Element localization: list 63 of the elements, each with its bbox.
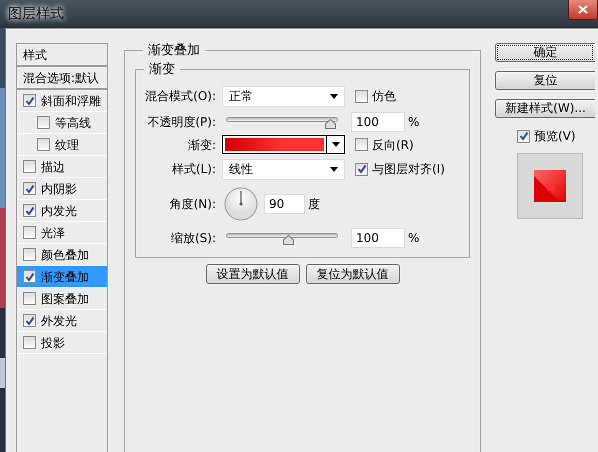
style-list-item[interactable]: 斜面和浮雕 [17, 90, 107, 112]
style-list-item[interactable]: 混合选项:默认 [17, 67, 107, 90]
close-icon [578, 5, 588, 14]
dialog-button[interactable]: 新建样式(W)... [495, 99, 595, 118]
style-list-item[interactable]: 投影 [17, 332, 107, 354]
style-list-item[interactable]: 渐变叠加 [17, 266, 107, 288]
list-header: 样式 [23, 46, 47, 64]
style-list-item[interactable]: 纹理 [17, 134, 107, 156]
checkbox-label[interactable]: 仿色 [355, 87, 396, 105]
style-list-item[interactable]: 光泽 [17, 222, 107, 244]
caret-icon [332, 142, 340, 147]
style-list-item[interactable]: 等高线 [17, 112, 107, 134]
style-list-item[interactable]: 描边 [17, 156, 107, 178]
window-title: 图层样式 [7, 4, 64, 24]
field-label: 缩放(S): [170, 230, 217, 246]
close-button[interactable] [568, 0, 598, 20]
checkbox[interactable] [23, 204, 36, 217]
checkbox[interactable] [23, 226, 36, 239]
preview-swatch-icon [534, 170, 566, 202]
unit-label: % [408, 114, 420, 130]
checkbox[interactable] [355, 90, 368, 102]
field-label: 混合模式(O): [144, 88, 217, 105]
field-label: 角度(N): [168, 196, 217, 213]
dialog-button[interactable]: 确定 [495, 43, 595, 62]
number-field[interactable]: 100 [351, 228, 405, 248]
checkbox[interactable] [355, 162, 368, 176]
style-list-item[interactable]: 外发光 [17, 310, 107, 332]
unit-label: 度 [308, 196, 320, 213]
checkbox[interactable] [37, 116, 50, 129]
field-label: 不透明度(P): [146, 114, 217, 130]
checkbox[interactable] [23, 336, 36, 349]
checkbox[interactable] [23, 160, 36, 173]
checkbox-label[interactable]: 反向(R) [355, 136, 414, 154]
gradient-picker[interactable] [222, 135, 345, 154]
number-field[interactable]: 100 [351, 112, 405, 132]
dropdown[interactable]: 线性 [222, 158, 345, 180]
checkbox[interactable] [23, 94, 36, 107]
checkbox[interactable] [355, 138, 368, 151]
checkbox[interactable] [23, 314, 36, 327]
set-default-button[interactable]: 设置为默认值 [206, 264, 300, 284]
caret-icon [330, 166, 338, 172]
field-label: 样式(L): [170, 161, 217, 178]
section-title: 渐变叠加 [147, 44, 201, 57]
field-label: 渐变: [186, 136, 217, 154]
checkbox[interactable] [23, 182, 36, 195]
dialog-button[interactable]: 复位 [495, 71, 595, 90]
checkbox[interactable] [23, 270, 36, 283]
style-list-item[interactable]: 内阴影 [17, 178, 107, 200]
reset-default-button[interactable]: 复位为默认值 [306, 264, 400, 284]
group-title: 渐变 [148, 63, 176, 76]
caret-icon [330, 94, 338, 98]
unit-label: % [408, 230, 420, 246]
checkbox[interactable] [517, 130, 530, 142]
dropdown[interactable]: 正常 [222, 86, 345, 106]
checkbox[interactable] [23, 248, 36, 261]
checkbox-label[interactable]: 预览(V) [517, 127, 595, 145]
checkbox[interactable] [23, 292, 36, 305]
style-list-item[interactable]: 图案叠加 [17, 288, 107, 310]
checkbox-label[interactable]: 与图层对齐(I) [355, 160, 445, 178]
checkbox[interactable] [37, 138, 50, 151]
angle-dial[interactable] [224, 187, 258, 221]
number-field[interactable]: 90 [264, 194, 305, 214]
style-list-item[interactable]: 内发光 [17, 200, 107, 222]
